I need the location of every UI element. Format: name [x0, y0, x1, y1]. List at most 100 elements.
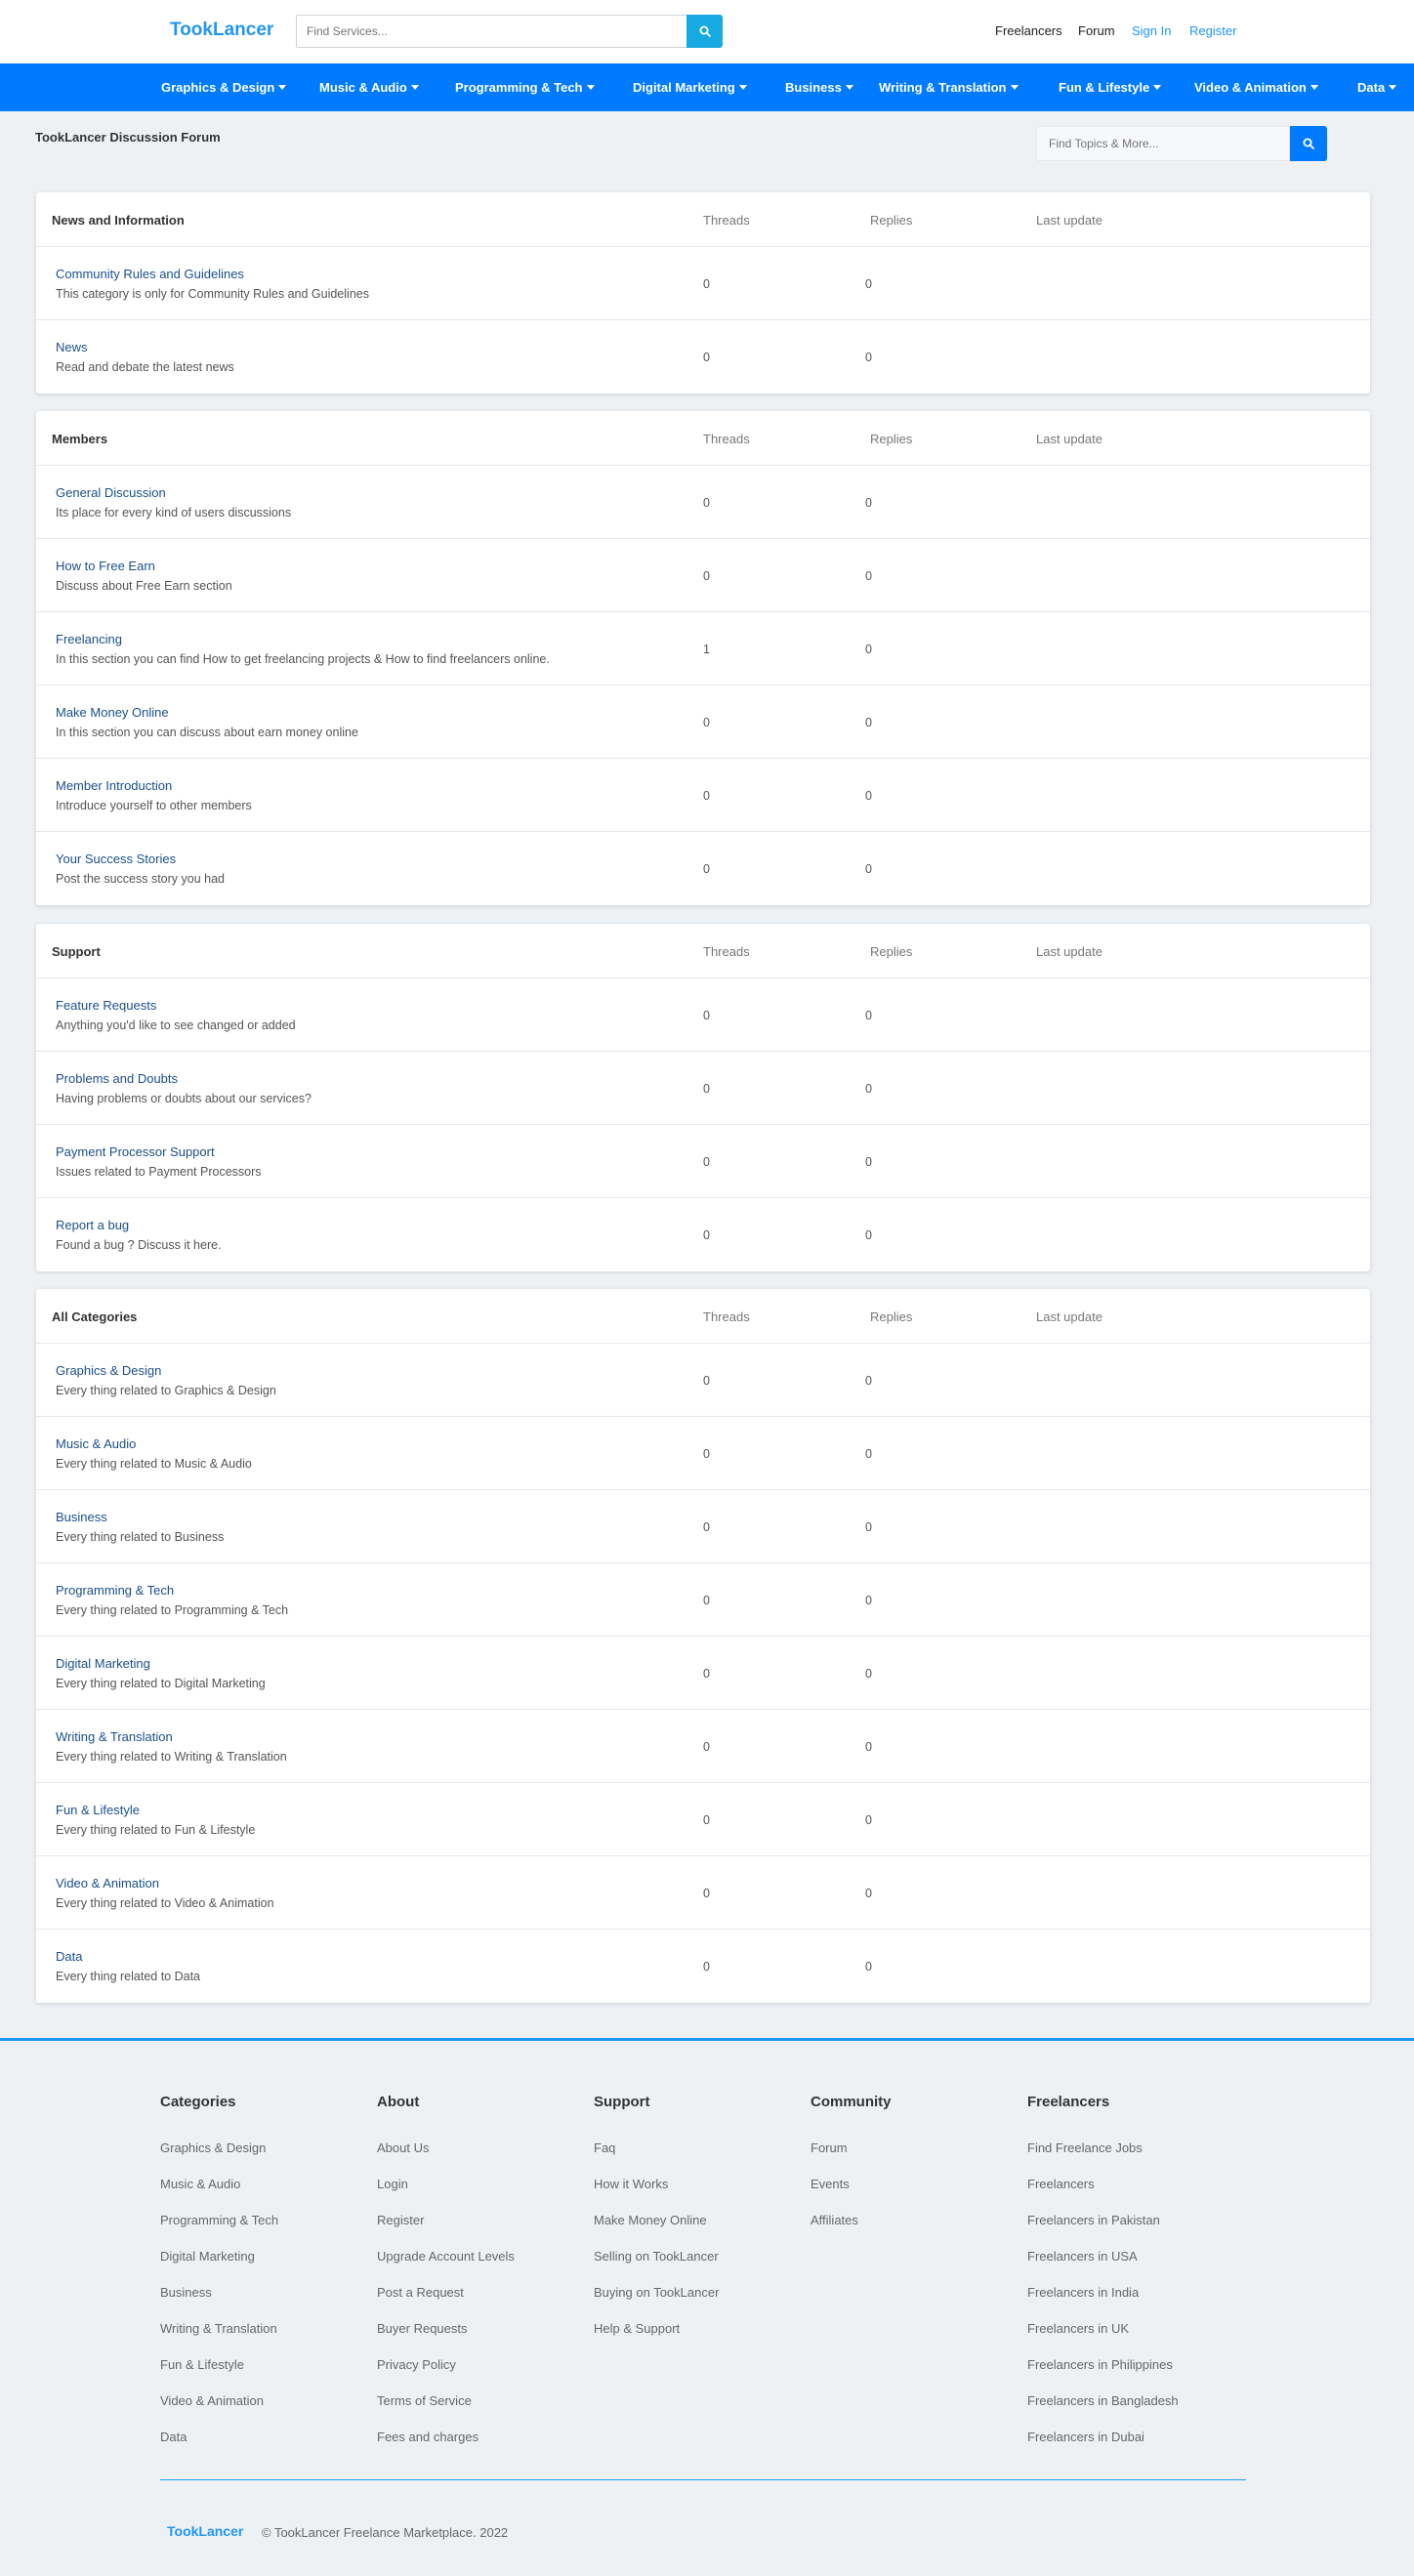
- footer-link[interactable]: Writing & Translation: [160, 2321, 278, 2357]
- forum-link[interactable]: Video & Animation: [56, 1876, 159, 1890]
- forum-link[interactable]: News: [56, 340, 88, 354]
- nav-music-audio[interactable]: Music & Audio: [319, 80, 419, 95]
- forum-row: Your Success Stories Post the success st…: [36, 832, 1370, 905]
- footer-link[interactable]: Digital Marketing: [160, 2249, 278, 2285]
- service-search-input[interactable]: [296, 15, 686, 48]
- forum-description: Every thing related to Video & Animation: [56, 1896, 274, 1910]
- footer-link[interactable]: How it Works: [594, 2177, 719, 2213]
- footer-link[interactable]: Faq: [594, 2140, 719, 2177]
- forum-link[interactable]: Freelancing: [56, 632, 122, 646]
- forum-row: How to Free Earn Discuss about Free Earn…: [36, 539, 1370, 612]
- thread-count: 0: [703, 1082, 710, 1096]
- topic-search-button[interactable]: [1290, 126, 1327, 161]
- forum-row: Member Introduction Introduce yourself t…: [36, 759, 1370, 832]
- section-header: Members Threads Replies Last update: [36, 411, 1370, 466]
- footer-link[interactable]: Graphics & Design: [160, 2140, 278, 2177]
- sign-in-link[interactable]: Sign In: [1132, 23, 1171, 38]
- footer-link[interactable]: About Us: [377, 2140, 515, 2177]
- footer-link[interactable]: Events: [811, 2177, 892, 2213]
- thread-count: 0: [703, 1740, 710, 1754]
- footer-link[interactable]: Freelancers in UK: [1027, 2321, 1179, 2357]
- footer-link[interactable]: Buying on TookLancer: [594, 2285, 719, 2321]
- footer-link[interactable]: Make Money Online: [594, 2213, 719, 2249]
- footer-link[interactable]: Affiliates: [811, 2213, 892, 2249]
- forum-link[interactable]: Payment Processor Support: [56, 1144, 215, 1159]
- footer-link[interactable]: Business: [160, 2285, 278, 2321]
- footer-link[interactable]: Forum: [811, 2140, 892, 2177]
- forum-row: Payment Processor Support Issues related…: [36, 1125, 1370, 1198]
- footer-link[interactable]: Selling on TookLancer: [594, 2249, 719, 2285]
- nav-programming-tech[interactable]: Programming & Tech: [455, 80, 595, 95]
- forum-link[interactable]: Forum: [1078, 23, 1115, 38]
- forum-row: Video & Animation Every thing related to…: [36, 1856, 1370, 1930]
- footer-link[interactable]: Terms of Service: [377, 2393, 515, 2430]
- footer-logo[interactable]: TookLancer: [167, 2523, 243, 2539]
- nav-data[interactable]: Data: [1357, 80, 1397, 95]
- service-search-button[interactable]: [686, 15, 723, 48]
- footer-link[interactable]: Upgrade Account Levels: [377, 2249, 515, 2285]
- forum-link[interactable]: Fun & Lifestyle: [56, 1803, 140, 1817]
- footer-link[interactable]: Help & Support: [594, 2321, 719, 2357]
- footer-column-about: About About Us Login Register Upgrade Ac…: [377, 2094, 515, 2466]
- topic-search-input[interactable]: [1036, 126, 1290, 161]
- footer-column-support: Support Faq How it Works Make Money Onli…: [594, 2094, 719, 2357]
- forum-row: Make Money Online In this section you ca…: [36, 686, 1370, 759]
- footer-link[interactable]: Privacy Policy: [377, 2357, 515, 2393]
- footer-link[interactable]: Freelancers in Bangladesh: [1027, 2393, 1179, 2430]
- forum-link[interactable]: Music & Audio: [56, 1436, 136, 1451]
- nav-business[interactable]: Business: [785, 80, 853, 95]
- forum-link[interactable]: Make Money Online: [56, 705, 169, 720]
- nav-graphics-design[interactable]: Graphics & Design: [161, 80, 287, 95]
- section-header: News and Information Threads Replies Las…: [36, 192, 1370, 247]
- reply-count: 0: [865, 569, 872, 583]
- threads-header: Threads: [703, 944, 750, 959]
- service-search: [296, 15, 723, 48]
- footer-link[interactable]: Video & Animation: [160, 2393, 278, 2430]
- nav-writing-translation[interactable]: Writing & Translation: [879, 80, 1019, 95]
- forum-link[interactable]: Programming & Tech: [56, 1583, 174, 1598]
- footer-link[interactable]: Post a Request: [377, 2285, 515, 2321]
- forum-description: Every thing related to Music & Audio: [56, 1457, 252, 1471]
- forum-row: General Discussion Its place for every k…: [36, 466, 1370, 539]
- site-logo[interactable]: TookLancer: [170, 20, 273, 41]
- footer-column-freelancers: Freelancers Find Freelance Jobs Freelanc…: [1027, 2094, 1179, 2466]
- nav-fun-lifestyle[interactable]: Fun & Lifestyle: [1059, 80, 1162, 95]
- forum-link[interactable]: Data: [56, 1949, 82, 1964]
- thread-count: 0: [703, 1887, 710, 1900]
- forum-link[interactable]: General Discussion: [56, 485, 166, 500]
- forum-row: Digital Marketing Every thing related to…: [36, 1637, 1370, 1710]
- forum-link[interactable]: Graphics & Design: [56, 1363, 161, 1378]
- forum-row: News Read and debate the latest news 0 0: [36, 320, 1370, 394]
- forum-link[interactable]: Problems and Doubts: [56, 1071, 178, 1086]
- forum-link[interactable]: Feature Requests: [56, 998, 156, 1013]
- forum-link[interactable]: How to Free Earn: [56, 559, 155, 573]
- footer-link[interactable]: Fun & Lifestyle: [160, 2357, 278, 2393]
- forum-link[interactable]: Writing & Translation: [56, 1729, 173, 1744]
- site-footer: Categories Graphics & Design Music & Aud…: [0, 2041, 1414, 2576]
- register-link[interactable]: Register: [1189, 23, 1236, 38]
- footer-link[interactable]: Freelancers in Dubai: [1027, 2430, 1179, 2466]
- forum-link[interactable]: Member Introduction: [56, 778, 172, 793]
- freelancers-link[interactable]: Freelancers: [995, 23, 1062, 38]
- forum-row: Data Every thing related to Data 0 0: [36, 1930, 1370, 2003]
- footer-link[interactable]: Fees and charges: [377, 2430, 515, 2466]
- footer-link[interactable]: Find Freelance Jobs: [1027, 2140, 1179, 2177]
- forum-link[interactable]: Your Success Stories: [56, 852, 176, 866]
- forum-link[interactable]: Report a bug: [56, 1218, 129, 1232]
- footer-link[interactable]: Programming & Tech: [160, 2213, 278, 2249]
- footer-link[interactable]: Freelancers in India: [1027, 2285, 1179, 2321]
- footer-link[interactable]: Register: [377, 2213, 515, 2249]
- footer-link[interactable]: Freelancers in Pakistan: [1027, 2213, 1179, 2249]
- nav-video-animation[interactable]: Video & Animation: [1194, 80, 1318, 95]
- footer-link[interactable]: Buyer Requests: [377, 2321, 515, 2357]
- footer-link[interactable]: Freelancers in Philippines: [1027, 2357, 1179, 2393]
- nav-digital-marketing[interactable]: Digital Marketing: [633, 80, 747, 95]
- footer-link[interactable]: Freelancers: [1027, 2177, 1179, 2213]
- forum-link[interactable]: Business: [56, 1510, 107, 1524]
- forum-link[interactable]: Digital Marketing: [56, 1656, 150, 1671]
- footer-link[interactable]: Music & Audio: [160, 2177, 278, 2213]
- forum-link[interactable]: Community Rules and Guidelines: [56, 267, 244, 281]
- footer-link[interactable]: Freelancers in USA: [1027, 2249, 1179, 2285]
- footer-link[interactable]: Data: [160, 2430, 278, 2466]
- footer-link[interactable]: Login: [377, 2177, 515, 2213]
